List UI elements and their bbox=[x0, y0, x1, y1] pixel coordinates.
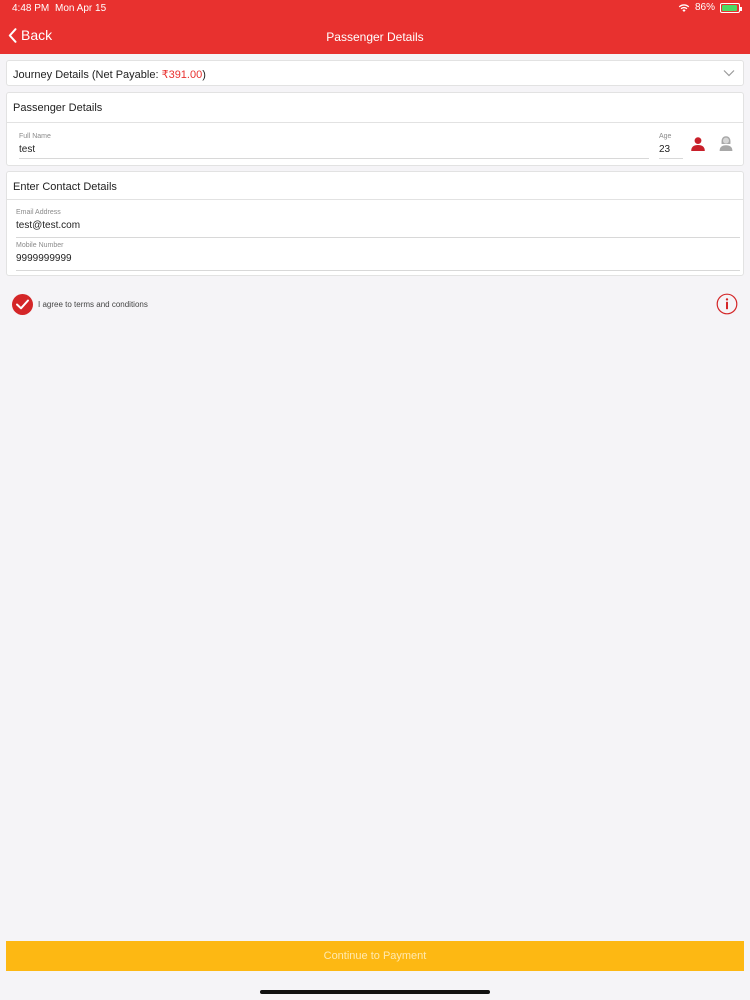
full-name-field[interactable]: test bbox=[19, 144, 649, 158]
status-date: Mon Apr 15 bbox=[55, 3, 107, 14]
page-title: Passenger Details bbox=[326, 30, 424, 44]
section-divider bbox=[7, 122, 743, 123]
male-user-icon[interactable] bbox=[690, 136, 706, 152]
battery-icon bbox=[720, 2, 742, 13]
checkmark-icon bbox=[16, 299, 29, 310]
age-label: Age bbox=[659, 133, 672, 140]
chevron-down-icon bbox=[723, 70, 735, 77]
status-right: 86% bbox=[678, 2, 742, 13]
battery-percent: 86% bbox=[694, 2, 715, 13]
age-underline bbox=[659, 158, 683, 159]
wifi-icon bbox=[678, 3, 690, 12]
journey-details-toggle[interactable]: Journey Details (Net Payable: ₹391.00) bbox=[6, 60, 744, 86]
female-user-icon[interactable] bbox=[718, 135, 734, 152]
journey-details-label: Journey Details (Net Payable: ₹391.00) bbox=[13, 69, 206, 81]
full-name-label: Full Name bbox=[19, 133, 51, 140]
continue-to-payment-button[interactable]: Continue to Payment bbox=[6, 941, 744, 971]
email-field[interactable]: test@test.com bbox=[16, 220, 740, 235]
status-time: 4:48 PM bbox=[12, 3, 50, 14]
app-header: 4:48 PM Mon Apr 15 86% Back Passenger De… bbox=[0, 0, 750, 54]
email-underline bbox=[16, 237, 740, 238]
section-divider bbox=[7, 199, 743, 200]
contact-details-card: Enter Contact Details Email Address test… bbox=[6, 171, 744, 276]
full-name-underline bbox=[19, 158, 649, 159]
contact-section-title: Enter Contact Details bbox=[13, 181, 117, 193]
passenger-section-title: Passenger Details bbox=[13, 102, 103, 114]
terms-checkbox[interactable] bbox=[12, 294, 33, 315]
net-payable-amount: ₹391.00 bbox=[161, 69, 203, 81]
mobile-field[interactable]: 9999999999 bbox=[16, 253, 740, 268]
email-label: Email Address bbox=[16, 209, 61, 216]
terms-label[interactable]: I agree to terms and conditions bbox=[38, 300, 148, 309]
mobile-label: Mobile Number bbox=[16, 242, 64, 249]
mobile-underline bbox=[16, 270, 740, 271]
age-field[interactable]: 23 bbox=[659, 144, 681, 158]
info-icon[interactable] bbox=[716, 293, 738, 315]
passenger-details-card: Passenger Details Full Name test Age 23 bbox=[6, 92, 744, 166]
home-indicator bbox=[260, 990, 490, 994]
status-bar: 4:48 PM Mon Apr 15 86% bbox=[0, 0, 750, 18]
